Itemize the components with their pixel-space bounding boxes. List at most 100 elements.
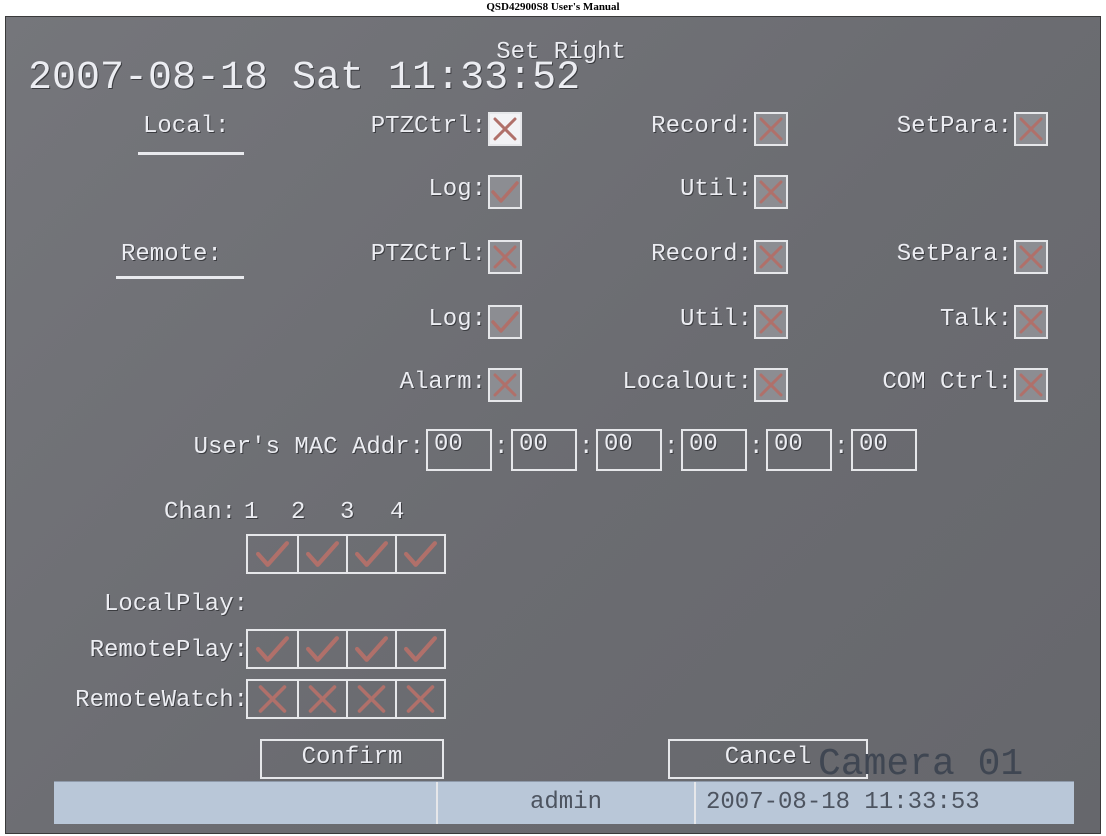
remoteplay-label: RemotePlay: [89,637,248,664]
remotewatch-chan-3-checkbox[interactable] [346,681,395,717]
cross-icon [759,310,783,334]
mac-separator-2: : [579,434,594,461]
remote-ptzctrl-label: PTZCtrl: [370,241,486,268]
remote-setpara-label: SetPara: [896,241,1012,268]
remotewatch-checkbox-strip [246,679,446,719]
mac-octet-1-value: 00 [434,431,463,458]
cross-icon [759,373,783,397]
cross-icon [493,373,517,397]
check-icon [256,541,289,567]
check-icon [404,541,437,567]
mac-octet-4[interactable]: 00 [681,429,747,471]
cross-icon [493,117,517,141]
remoteplay-chan-2-checkbox[interactable] [297,631,346,667]
chan-number-3: 3 [340,499,355,526]
remote-localout-label: LocalOut: [622,369,752,396]
local-setpara-checkbox[interactable] [1014,112,1048,146]
cross-icon [759,180,783,204]
mac-octet-3[interactable]: 00 [596,429,662,471]
localplay-chan-3-checkbox[interactable] [346,536,395,572]
localplay-chan-1-checkbox[interactable] [248,536,297,572]
mac-octet-1[interactable]: 00 [426,429,492,471]
local-underline [138,152,244,155]
mac-label: User's MAC Addr: [193,434,424,461]
remote-label: Remote: [121,241,222,268]
localplay-checkbox-strip [246,534,446,574]
chan-number-1: 1 [244,499,259,526]
remote-record-label: Record: [651,241,752,268]
cross-icon [759,117,783,141]
dvr-screen: 2007-08-18 Sat 11:33:52 Set Right Local:… [5,16,1101,834]
cross-icon [1019,310,1043,334]
local-record-label: Record: [651,113,752,140]
remote-comctrl-checkbox[interactable] [1014,368,1048,402]
cross-icon [258,685,287,713]
remote-ptzctrl-checkbox[interactable] [488,240,522,274]
remote-record-checkbox[interactable] [754,240,788,274]
mac-octet-5-value: 00 [774,431,803,458]
remote-talk-checkbox[interactable] [1014,305,1048,339]
local-log-checkbox[interactable] [488,175,522,209]
chan-number-4: 4 [390,499,405,526]
mac-octet-6-value: 00 [859,431,888,458]
check-icon [491,311,519,333]
remoteplay-checkbox-strip [246,629,446,669]
chan-label: Chan: [163,499,236,526]
remotewatch-chan-1-checkbox[interactable] [248,681,297,717]
check-icon [355,636,388,662]
remote-comctrl-label: COM Ctrl: [882,369,1012,396]
status-user: admin [529,789,602,816]
local-log-label: Log: [428,176,486,203]
cross-icon [759,245,783,269]
remote-log-checkbox[interactable] [488,305,522,339]
status-time: 2007-08-18 11:33:53 [694,782,1070,824]
check-icon [306,636,339,662]
localplay-chan-2-checkbox[interactable] [297,536,346,572]
mac-octet-4-value: 00 [689,431,718,458]
remotewatch-chan-2-checkbox[interactable] [297,681,346,717]
cross-icon [493,245,517,269]
cross-icon [1019,245,1043,269]
remote-alarm-checkbox[interactable] [488,368,522,402]
check-icon [491,181,519,203]
dialog-title: Set Right [496,39,626,66]
remote-util-label: Util: [679,306,752,333]
cross-icon [308,685,337,713]
remoteplay-chan-1-checkbox[interactable] [248,631,297,667]
remote-util-checkbox[interactable] [754,305,788,339]
cross-icon [1019,373,1043,397]
remote-underline [116,276,244,279]
remote-log-label: Log: [428,306,486,333]
remoteplay-chan-4-checkbox[interactable] [395,631,444,667]
cross-icon [1019,117,1043,141]
doc-header: QSD42900S8 User's Manual [0,0,1106,15]
remotewatch-chan-4-checkbox[interactable] [395,681,444,717]
remoteplay-chan-3-checkbox[interactable] [346,631,395,667]
local-ptzctrl-checkbox[interactable] [488,112,522,146]
mac-octet-3-value: 00 [604,431,633,458]
local-ptzctrl-label: PTZCtrl: [370,113,486,140]
cross-icon [406,685,435,713]
local-util-checkbox[interactable] [754,175,788,209]
remote-setpara-checkbox[interactable] [1014,240,1048,274]
localplay-chan-4-checkbox[interactable] [395,536,444,572]
local-setpara-label: SetPara: [896,113,1012,140]
check-icon [256,636,289,662]
mac-separator-4: : [749,434,764,461]
local-label: Local: [143,113,230,140]
confirm-button[interactable]: Confirm [260,739,444,779]
local-record-checkbox[interactable] [754,112,788,146]
mac-octet-2-value: 00 [519,431,548,458]
remotewatch-label: RemoteWatch: [75,687,248,714]
mac-octet-2[interactable]: 00 [511,429,577,471]
chan-number-2: 2 [291,499,306,526]
status-bar: admin 2007-08-18 11:33:53 [54,781,1074,824]
check-icon [306,541,339,567]
remote-localout-checkbox[interactable] [754,368,788,402]
mac-separator-3: : [664,434,679,461]
mac-octet-5[interactable]: 00 [766,429,832,471]
cross-icon [357,685,386,713]
status-cell-blank [54,782,438,824]
mac-octet-6[interactable]: 00 [851,429,917,471]
localplay-label: LocalPlay: [103,591,248,618]
